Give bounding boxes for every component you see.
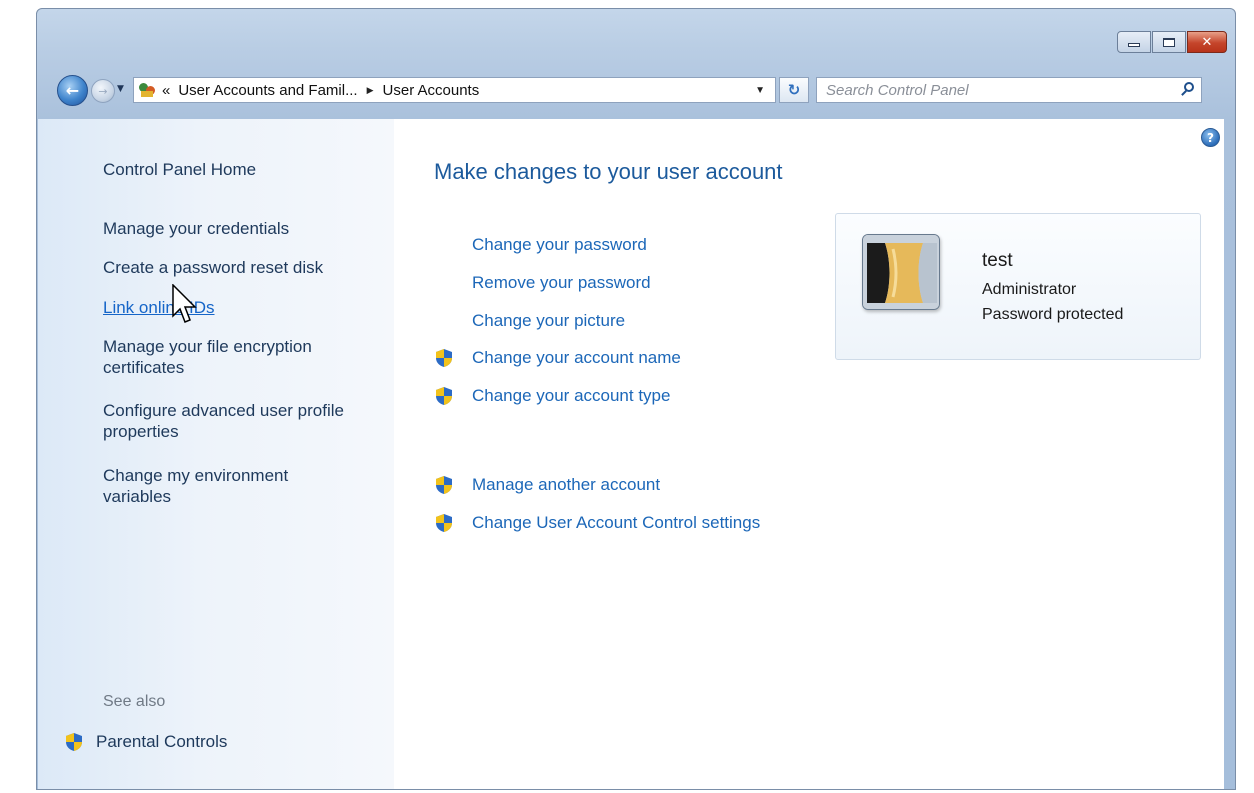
task-remove-password[interactable]: Remove your password xyxy=(434,273,651,293)
user-accounts-icon xyxy=(138,81,158,99)
user-account-card: test Administrator Password protected xyxy=(835,213,1201,360)
task-label: Change your account name xyxy=(472,348,681,367)
explorer-window: ✕ ← → ▼ « User Accounts and Famil... ▶ U… xyxy=(36,8,1236,790)
sidebar-link-file-encryption-certificates[interactable]: Manage your file encryption certificates xyxy=(103,336,373,378)
refresh-icon: ↻ xyxy=(787,81,801,99)
screen: ✕ ← → ▼ « User Accounts and Famil... ▶ U… xyxy=(0,0,1254,793)
help-button[interactable]: ? xyxy=(1201,128,1220,147)
address-dropdown-icon[interactable]: ▼ xyxy=(745,85,775,96)
uac-shield-icon xyxy=(434,513,454,533)
breadcrumb-separator-icon[interactable]: ▶ xyxy=(362,85,379,96)
sidebar-link-link-online-ids[interactable]: Link online IDs xyxy=(103,297,383,318)
chevron-down-icon: ▼ xyxy=(117,84,124,94)
window-caption-buttons: ✕ xyxy=(1117,31,1227,53)
task-pane: Control Panel Home Manage your credentia… xyxy=(38,119,394,789)
minimize-icon xyxy=(1128,43,1140,47)
uac-shield-icon xyxy=(434,475,454,495)
user-avatar[interactable] xyxy=(862,234,940,310)
guitar-picture-icon xyxy=(863,235,939,309)
page-title: Make changes to your user account xyxy=(434,159,783,184)
task-change-picture[interactable]: Change your picture xyxy=(434,311,625,331)
back-button[interactable]: ← xyxy=(57,75,88,106)
user-name: test xyxy=(982,250,1013,271)
close-icon: ✕ xyxy=(1201,34,1213,50)
task-change-password[interactable]: Change your password xyxy=(434,235,647,255)
see-also-heading: See also xyxy=(103,693,166,710)
task-label: Change your account type xyxy=(472,386,671,405)
task-label: Remove your password xyxy=(472,273,651,292)
user-role: Administrator xyxy=(982,281,1077,298)
sidebar-link-password-reset-disk[interactable]: Create a password reset disk xyxy=(103,257,383,278)
sidebar-link-manage-credentials[interactable]: Manage your credentials xyxy=(103,218,383,239)
maximize-icon xyxy=(1163,37,1175,47)
sidebar-link-control-panel-home[interactable]: Control Panel Home xyxy=(103,159,383,180)
maximize-button[interactable] xyxy=(1152,31,1186,53)
close-button[interactable]: ✕ xyxy=(1187,31,1227,53)
address-bar[interactable]: « User Accounts and Famil... ▶ User Acco… xyxy=(133,77,776,103)
minimize-button[interactable] xyxy=(1117,31,1151,53)
content-area: Control Panel Home Manage your credentia… xyxy=(38,119,1224,789)
breadcrumb-user-accounts-family[interactable]: User Accounts and Famil... xyxy=(174,82,361,99)
sidebar-link-advanced-profile-properties[interactable]: Configure advanced user profile properti… xyxy=(103,400,348,442)
forward-arrow-icon: → xyxy=(98,84,108,98)
uac-shield-icon xyxy=(64,732,84,752)
task-label: Change your picture xyxy=(472,311,626,330)
user-password-status: Password protected xyxy=(982,306,1124,323)
parental-controls-label: Parental Controls xyxy=(96,732,228,751)
search-input[interactable]: Search Control Panel xyxy=(826,82,969,99)
forward-button[interactable]: → xyxy=(91,79,115,103)
search-box[interactable]: Search Control Panel xyxy=(816,77,1202,103)
task-change-account-name[interactable]: Change your account name xyxy=(434,348,681,368)
uac-shield-icon xyxy=(434,348,454,368)
task-label: Change your password xyxy=(472,235,647,254)
breadcrumb-user-accounts[interactable]: User Accounts xyxy=(379,82,484,99)
task-manage-another-account[interactable]: Manage another account xyxy=(434,475,660,495)
task-uac-settings[interactable]: Change User Account Control settings xyxy=(434,513,760,533)
task-change-account-type[interactable]: Change your account type xyxy=(434,386,670,406)
navigation-bar: ← → ▼ « User Accounts and Famil... ▶ Use… xyxy=(37,71,1235,111)
task-label: Change User Account Control settings xyxy=(472,513,761,532)
recent-pages-button[interactable]: ▼ xyxy=(117,84,124,94)
sidebar-link-parental-controls[interactable]: Parental Controls xyxy=(64,732,227,752)
sidebar-link-environment-variables[interactable]: Change my environment variables xyxy=(103,465,348,507)
uac-shield-icon xyxy=(434,386,454,406)
search-icon[interactable] xyxy=(1180,82,1196,98)
task-label: Manage another account xyxy=(472,475,661,494)
address-overflow-button[interactable]: « xyxy=(158,82,174,99)
help-icon: ? xyxy=(1207,130,1214,145)
back-arrow-icon: ← xyxy=(65,81,80,100)
refresh-button[interactable]: ↻ xyxy=(779,77,809,103)
mouse-pointer-icon xyxy=(172,284,197,323)
